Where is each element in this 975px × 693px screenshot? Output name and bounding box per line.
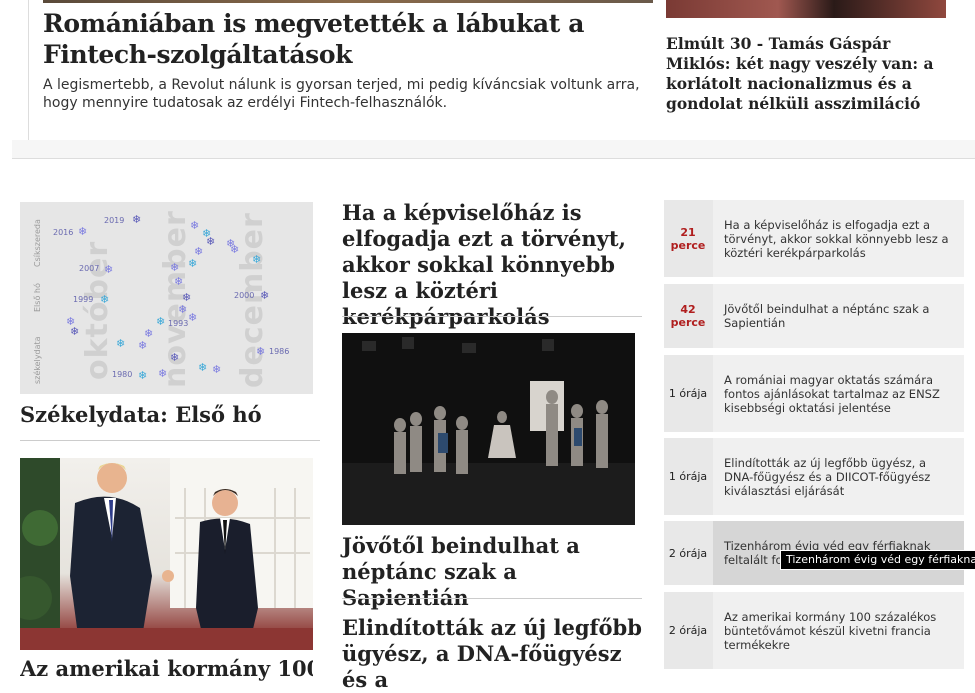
snowflake-icon: ❄	[182, 291, 192, 304]
snowflake-icon: ❄	[170, 261, 180, 274]
folk-dance-article-title[interactable]: Jövőtől beindulhat a néptánc szak a Sapi…	[342, 533, 642, 611]
feed-item-text: Az amerikai kormány 100 százalékos bünte…	[724, 609, 937, 652]
snowflake-icon: ❄	[206, 235, 216, 248]
snowflake-icon: ❄	[144, 327, 154, 340]
divider	[342, 598, 642, 599]
brand-label: székelydata	[33, 336, 42, 384]
divider	[342, 316, 642, 317]
feed-item-text: A romániai magyar oktatás számára fontos…	[724, 372, 940, 415]
snowflake-icon: ❄	[70, 325, 80, 338]
divider	[20, 440, 320, 441]
feed-item[interactable]: 21 perce Ha a képviselőház is elfogadja …	[664, 200, 964, 277]
year-label: 2000	[234, 291, 255, 300]
snowflake-icon: ❄	[156, 315, 166, 328]
year-label: 2019	[104, 216, 125, 225]
snowflake-icon: ❄	[252, 253, 262, 266]
snowflake-icon: ❄	[212, 363, 222, 376]
first-snow-infographic[interactable]: Csíkszereda Első hó székelydata október …	[20, 202, 313, 394]
snowflake-icon: ❄	[198, 361, 208, 374]
side-article-image[interactable]	[666, 0, 946, 18]
feed-item-time: 21 perce	[670, 225, 706, 252]
feed-item-text: Jövőtől beindulhat a néptánc szak a Sapi…	[724, 302, 930, 330]
first-snow-label: Első hó	[33, 283, 42, 312]
feed-item[interactable]: 2 órája Az amerikai kormány 100 százalék…	[664, 592, 964, 669]
feed-item[interactable]: 1 órája A romániai magyar oktatás számár…	[664, 355, 964, 432]
snowflake-icon: ❄	[230, 243, 240, 256]
tariff-article-title[interactable]: Az amerikai kormány 100	[20, 656, 313, 682]
snowflake-icon: ❄	[188, 257, 198, 270]
snowflake-icon: ❄	[194, 245, 204, 258]
snowflake-icon: ❄	[116, 337, 126, 350]
year-label: 2016	[53, 228, 74, 237]
month-october: október	[80, 240, 115, 380]
lead-article-image[interactable]	[43, 0, 653, 3]
city-label: Csíkszereda	[33, 219, 42, 267]
lead-article-excerpt: A legismertebb, a Revolut nálunk is gyor…	[43, 77, 640, 111]
feed-item-time: 42 perce	[670, 303, 706, 329]
snowflake-icon: ❄	[100, 293, 110, 306]
snowflake-icon: ❄	[188, 311, 198, 324]
hover-tooltip: Tizenhárom évig véd egy férfiaknak	[780, 550, 975, 570]
feed-item-time: 2 órája	[668, 624, 708, 637]
folk-dance-photo[interactable]	[342, 333, 635, 525]
szekelydata-title[interactable]: Székelydata: Első hó	[20, 402, 313, 428]
prosecutor-article-title[interactable]: Elindították az új legfőbb ügyész, a DNA…	[342, 615, 642, 693]
snowflake-icon: ❄	[260, 289, 270, 302]
year-label: 1993	[168, 319, 189, 328]
feed-item-time: 1 órája	[668, 387, 708, 400]
feed-item[interactable]: 1 órája Elindították az új legfőbb ügyés…	[664, 438, 964, 515]
section-divider	[12, 140, 975, 159]
trump-macron-photo[interactable]	[20, 458, 313, 650]
snowflake-icon: ❄	[132, 213, 142, 226]
year-label: 1986	[269, 347, 290, 356]
year-label: 1999	[73, 295, 94, 304]
bicycle-parking-article-title[interactable]: Ha a képviselőház is elfogadja ezt a tör…	[342, 200, 642, 330]
snowflake-icon: ❄	[170, 351, 180, 364]
year-label: 2007	[79, 264, 100, 273]
feed-item-text: Elindították az új legfőbb ügyész, a DNA…	[724, 455, 931, 498]
side-article-title[interactable]: Elmúlt 30 - Tamás Gáspár Miklós: két nag…	[666, 34, 956, 114]
feed-item-text: Ha a képviselőház is elfogadja ezt a tör…	[724, 217, 949, 260]
snowflake-icon: ❄	[138, 369, 148, 382]
snowflake-icon: ❄	[104, 263, 114, 276]
lead-article-title[interactable]: Romániában is megvetették a lábukat a Fi…	[43, 8, 653, 70]
photo-illustration	[342, 333, 635, 525]
snowflake-icon: ❄	[174, 275, 184, 288]
photo-illustration	[20, 458, 313, 650]
feed-item-time: 1 órája	[668, 470, 708, 483]
feed-item-time: 2 órája	[668, 546, 708, 560]
snowflake-icon: ❄	[190, 219, 200, 232]
snowflake-icon: ❄	[256, 345, 266, 358]
snowflake-icon: ❄	[178, 303, 188, 316]
snowflake-icon: ❄	[158, 367, 168, 380]
feed-item[interactable]: 42 perce Jövőtől beindulhat a néptánc sz…	[664, 284, 964, 348]
snowflake-icon: ❄	[78, 225, 88, 238]
snowflake-icon: ❄	[138, 339, 148, 352]
year-label: 1980	[112, 370, 133, 379]
